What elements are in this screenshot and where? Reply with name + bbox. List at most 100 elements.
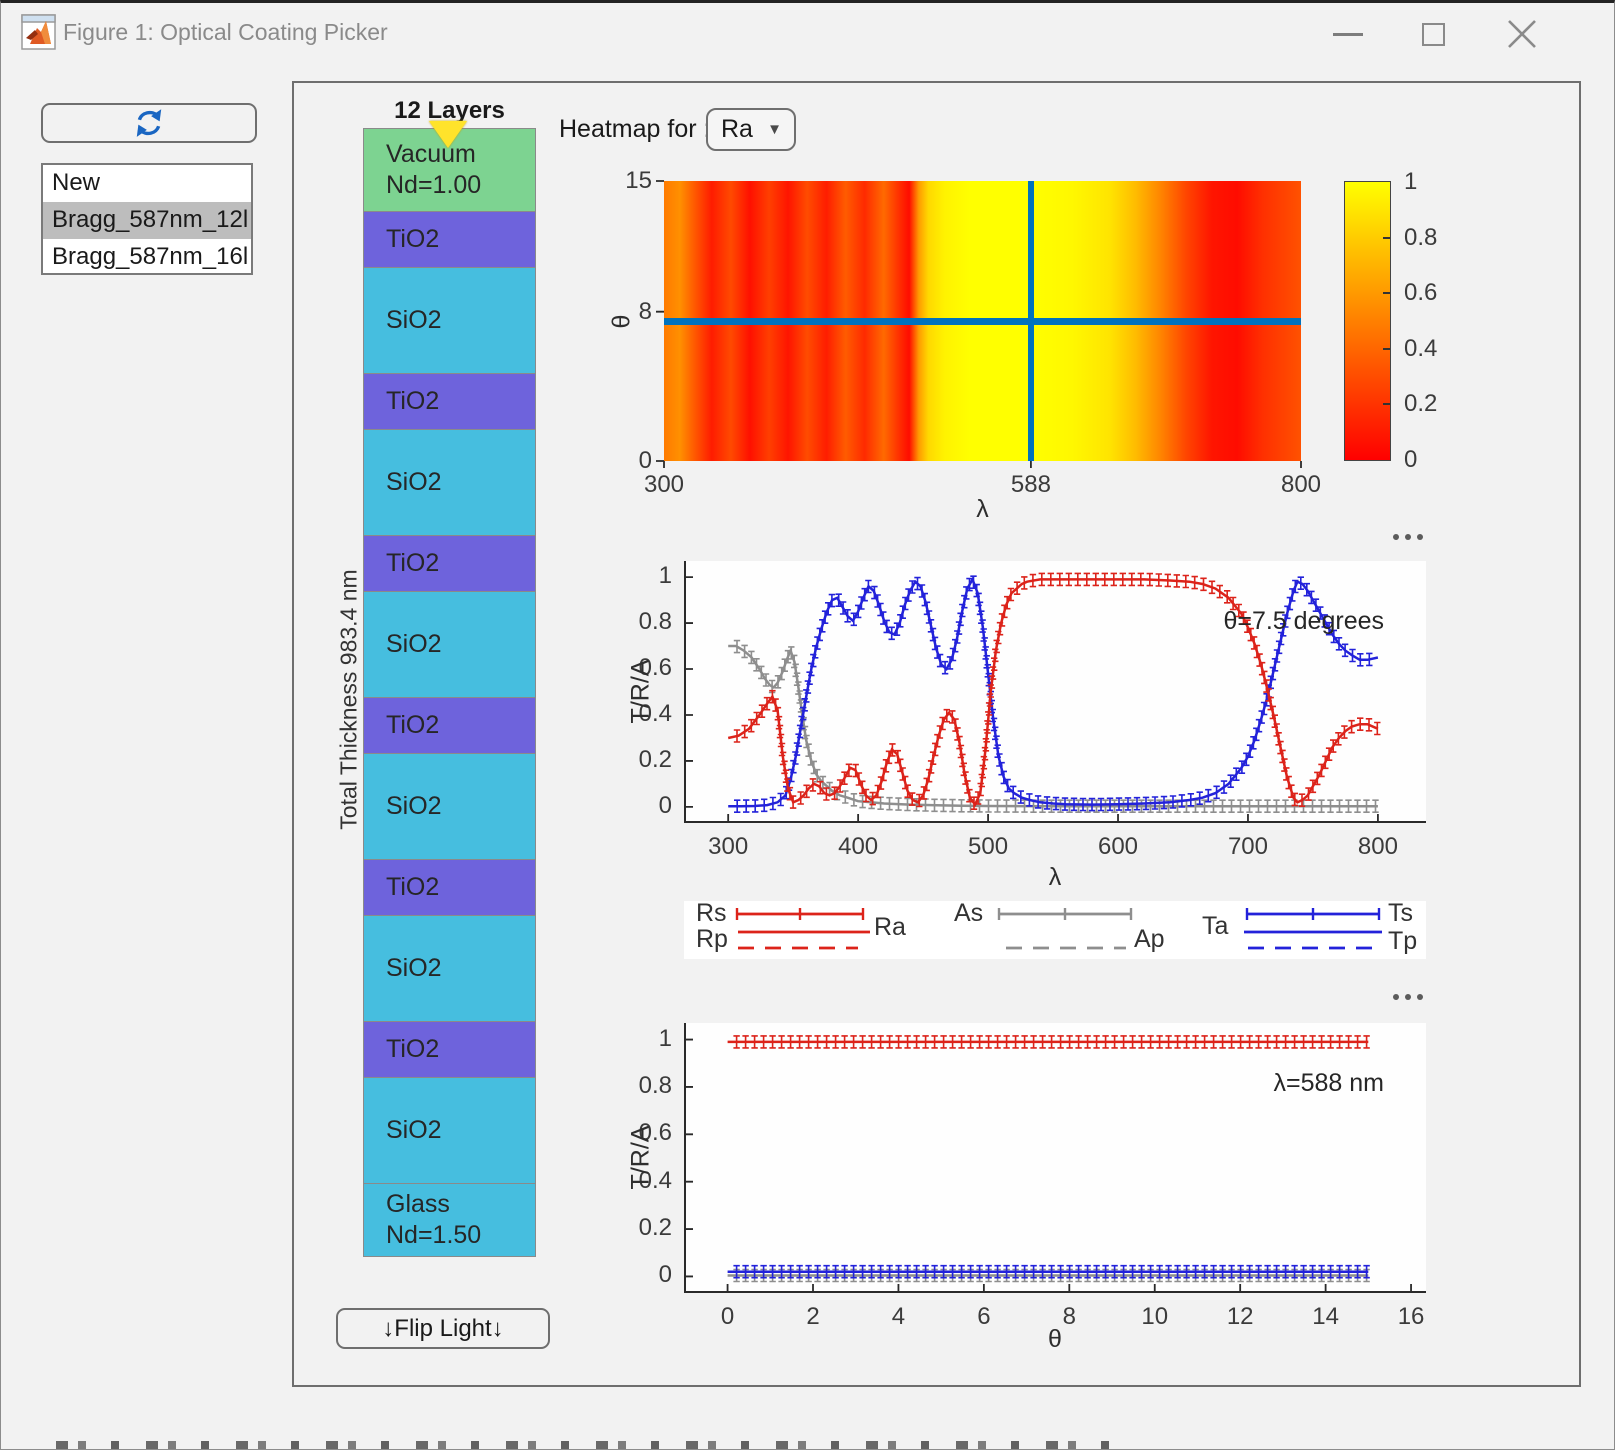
coating-layer[interactable]: TiO2 bbox=[363, 535, 536, 592]
close-icon bbox=[1505, 17, 1539, 51]
colorbar-tick-label: 1 bbox=[1404, 168, 1417, 196]
window-title: Figure 1: Optical Coating Picker bbox=[63, 19, 388, 46]
figure-window: Figure 1: Optical Coating Picker NewBrag… bbox=[0, 0, 1615, 1450]
layer-stack: VacuumNd=1.00TiO2SiO2TiO2SiO2TiO2SiO2TiO… bbox=[363, 129, 536, 1257]
colorbar-tick-label: 0.8 bbox=[1404, 224, 1437, 252]
preset-list-item[interactable]: New bbox=[43, 165, 251, 202]
spectrum-plot-canvas[interactable]: 30040050060070080000.20.40.60.81θ=7.5 de… bbox=[684, 561, 1426, 823]
light-direction-marker-icon[interactable] bbox=[429, 121, 467, 148]
coating-layer[interactable]: TiO2 bbox=[363, 859, 536, 916]
dropdown-value: Ra bbox=[721, 115, 767, 144]
matlab-logo-icon bbox=[21, 13, 57, 56]
preset-list-item[interactable]: Bragg_587nm_16l bbox=[43, 239, 251, 275]
preset-listbox[interactable]: NewBragg_587nm_12lBragg_587nm_16l bbox=[41, 163, 253, 275]
angle-xlabel: θ bbox=[684, 1325, 1426, 1354]
coating-layer[interactable]: SiO2 bbox=[363, 753, 536, 860]
heatmap-xlabel: λ bbox=[664, 495, 1301, 524]
legend-line-sample-errorbar bbox=[996, 905, 1134, 923]
legend-entry-label: As bbox=[954, 899, 983, 928]
layer-label: SiO2 bbox=[386, 1115, 535, 1146]
coating-layer[interactable]: SiO2 bbox=[363, 267, 536, 374]
colorbar: 00.20.40.60.81 bbox=[1344, 181, 1391, 461]
heatmap-for-label: Heatmap for : bbox=[559, 115, 710, 144]
x-tick-label: 800 bbox=[1348, 833, 1408, 861]
y-tick-label: 0 bbox=[592, 447, 652, 475]
layer-label: SiO2 bbox=[386, 791, 535, 822]
legend-line-sample-dashed bbox=[1006, 939, 1126, 957]
preset-list-item[interactable]: Bragg_587nm_12l bbox=[43, 202, 251, 239]
chevron-down-icon: ▼ bbox=[767, 121, 782, 138]
plot-annotation: λ=588 nm bbox=[1274, 1069, 1385, 1098]
coating-layer[interactable]: SiO2 bbox=[363, 1077, 536, 1184]
close-button[interactable] bbox=[1492, 13, 1552, 55]
coating-layer[interactable]: TiO2 bbox=[363, 211, 536, 268]
colorbar-tick bbox=[1383, 348, 1390, 350]
colorbar-tick-label: 0.4 bbox=[1404, 335, 1437, 363]
layer-label: SiO2 bbox=[386, 629, 535, 660]
legend-group-absorption: As Ap bbox=[954, 901, 1169, 959]
legend-entry-label: Ap bbox=[1134, 925, 1165, 954]
colorbar-tick bbox=[1383, 237, 1390, 239]
layer-label: SiO2 bbox=[386, 305, 535, 336]
refresh-button[interactable] bbox=[41, 103, 257, 143]
coating-layer[interactable]: SiO2 bbox=[363, 591, 536, 698]
minimize-button[interactable] bbox=[1318, 13, 1378, 55]
minimize-icon bbox=[1333, 33, 1363, 36]
layer-label: TiO2 bbox=[386, 224, 535, 255]
total-thickness-label: Total Thickness 983.4 nm bbox=[336, 500, 363, 900]
y-tick-label: 1 bbox=[612, 562, 672, 590]
legend-entry-label: Ta bbox=[1202, 912, 1228, 941]
legend-entry-label: Rp bbox=[696, 925, 728, 954]
colorbar-tick bbox=[1383, 292, 1390, 294]
x-tick-label: 600 bbox=[1088, 833, 1148, 861]
layer-index-label: Nd=1.00 bbox=[386, 170, 535, 201]
coating-layer[interactable]: TiO2 bbox=[363, 697, 536, 754]
spectrum-ylabel: T/R/A bbox=[627, 612, 656, 772]
layer-label: TiO2 bbox=[386, 1034, 535, 1065]
x-tick-label: 500 bbox=[958, 833, 1018, 861]
legend-entry-label: Ts bbox=[1388, 899, 1413, 928]
clipped-background-window-text bbox=[56, 1441, 1116, 1449]
layer-label: Glass bbox=[386, 1189, 535, 1220]
layer-label: TiO2 bbox=[386, 710, 535, 741]
axes-options-button[interactable] bbox=[1393, 994, 1423, 1000]
legend-line-sample-dashed bbox=[1248, 939, 1374, 957]
spectrum-xlabel: λ bbox=[684, 863, 1426, 892]
maximize-icon bbox=[1422, 23, 1445, 46]
layer-label: TiO2 bbox=[386, 548, 535, 579]
refresh-icon bbox=[132, 107, 166, 139]
coating-layer[interactable]: SiO2 bbox=[363, 429, 536, 536]
y-tick-label: 15 bbox=[592, 167, 652, 195]
colorbar-tick-label: 0.2 bbox=[1404, 390, 1437, 418]
layer-label: SiO2 bbox=[386, 467, 535, 498]
legend-group-transmission: Ts Ta Tp bbox=[1202, 901, 1426, 959]
coating-layer[interactable]: SiO2 bbox=[363, 915, 536, 1022]
coating-layer[interactable]: TiO2 bbox=[363, 373, 536, 430]
layer-label: TiO2 bbox=[386, 872, 535, 903]
heatmap-quantity-dropdown[interactable]: Ra ▼ bbox=[706, 108, 796, 151]
heatmap-canvas[interactable]: 3005888000815 bbox=[664, 181, 1301, 461]
legend-line-sample-errorbar bbox=[1244, 905, 1382, 923]
flip-light-button[interactable]: ↓Flip Light↓ bbox=[336, 1308, 550, 1349]
layer-label: SiO2 bbox=[386, 953, 535, 984]
axes-options-button[interactable] bbox=[1393, 534, 1423, 540]
colorbar-tick-label: 0.6 bbox=[1404, 279, 1437, 307]
y-tick-label: 1 bbox=[612, 1025, 672, 1053]
coating-layer[interactable]: TiO2 bbox=[363, 1021, 536, 1078]
angle-ylabel: T/R/A bbox=[627, 1078, 656, 1238]
layer-index-label: Nd=1.50 bbox=[386, 1220, 535, 1251]
legend-entry-label: Tp bbox=[1388, 927, 1417, 956]
x-tick-label: 400 bbox=[828, 833, 888, 861]
colorbar-tick-label: 0 bbox=[1404, 446, 1417, 474]
legend-entry-label: Rs bbox=[696, 899, 727, 928]
heatmap-ylabel: θ bbox=[608, 302, 637, 342]
plot-legend: Rs Ra Rp As Ap Ts Ta Tp bbox=[684, 901, 1426, 959]
y-tick-label: 0 bbox=[612, 792, 672, 820]
legend-entry-label: Ra bbox=[874, 913, 906, 942]
y-tick-label: 0 bbox=[612, 1261, 672, 1289]
x-tick-label: 700 bbox=[1218, 833, 1278, 861]
legend-line-sample-errorbar bbox=[734, 905, 866, 923]
maximize-button[interactable] bbox=[1403, 13, 1463, 55]
coating-layer[interactable]: GlassNd=1.50 bbox=[363, 1183, 536, 1257]
angle-plot-canvas[interactable]: 024681012141600.20.40.60.81λ=588 nm bbox=[684, 1023, 1426, 1293]
